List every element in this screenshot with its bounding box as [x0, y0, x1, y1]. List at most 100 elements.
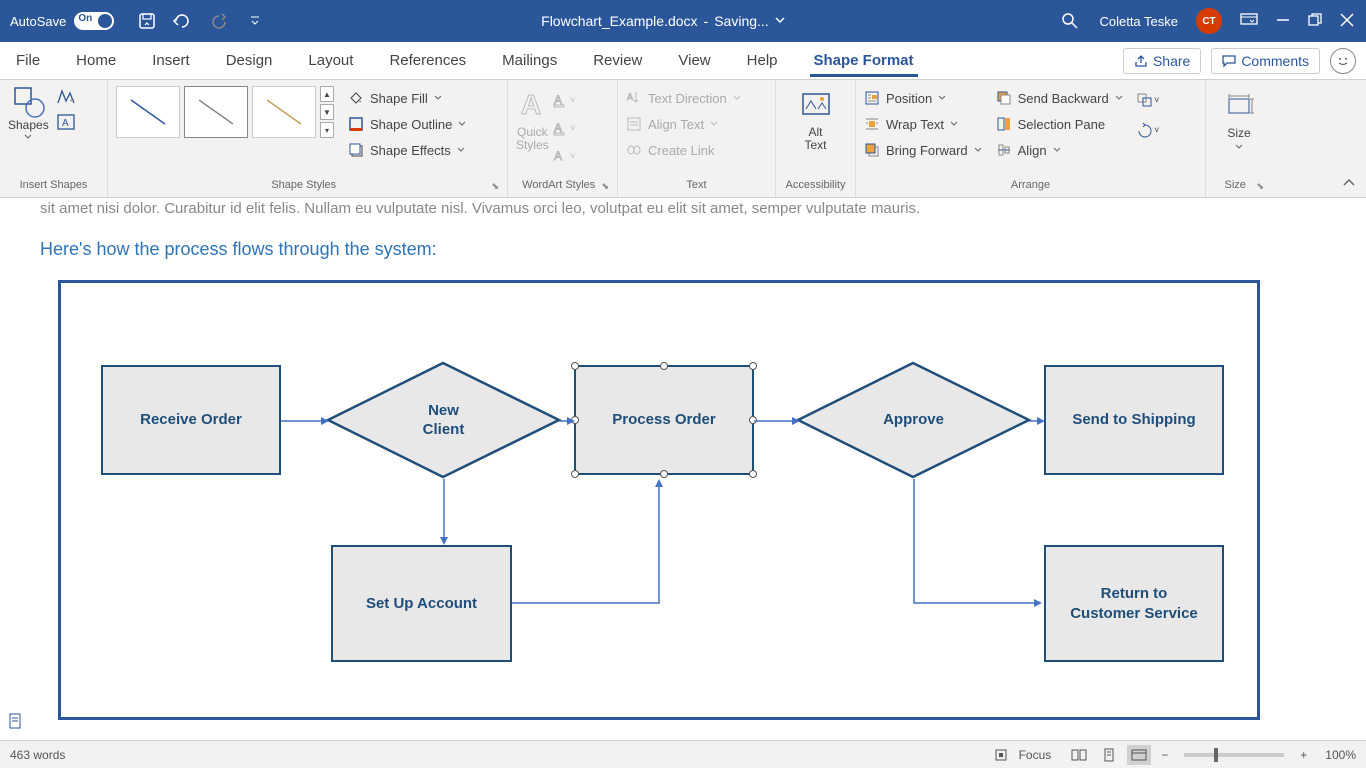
zoom-in-button[interactable]: +	[1296, 748, 1311, 762]
tab-shape-format[interactable]: Shape Format	[810, 44, 918, 77]
toggle-switch[interactable]: On	[74, 12, 114, 30]
connector-process-approve[interactable]	[754, 415, 802, 427]
align-icon	[996, 142, 1012, 158]
avatar[interactable]: CT	[1196, 8, 1222, 34]
feedback-icon[interactable]	[1330, 48, 1356, 74]
tab-references[interactable]: References	[385, 44, 470, 77]
save-icon[interactable]	[136, 10, 158, 32]
shape-process-order[interactable]: Process Order	[574, 365, 754, 475]
chevron-down-icon	[458, 121, 466, 127]
autosave-toggle[interactable]: AutoSave On	[0, 12, 124, 30]
wrap-text-button[interactable]: Wrap Text	[864, 116, 982, 132]
shape-new-client[interactable]: New Client	[326, 361, 561, 479]
align-button[interactable]: Align	[996, 142, 1123, 158]
tab-help[interactable]: Help	[743, 44, 782, 77]
shape-receive-order[interactable]: Receive Order	[101, 365, 281, 475]
size-button[interactable]: Size	[1217, 86, 1261, 154]
connector-setup-process[interactable]	[512, 475, 672, 605]
web-layout-icon[interactable]	[1127, 745, 1151, 765]
doc-heading[interactable]: Here's how the process flows through the…	[30, 219, 1336, 270]
shape-text: Process Order	[612, 410, 715, 430]
effects-icon	[348, 142, 364, 158]
qat-more-icon[interactable]	[244, 10, 266, 32]
maximize-icon[interactable]	[1308, 13, 1322, 30]
collapse-ribbon-icon[interactable]	[1342, 177, 1356, 191]
share-button[interactable]: Share	[1123, 48, 1201, 74]
zoom-thumb[interactable]	[1214, 748, 1218, 762]
svg-text:A: A	[554, 149, 562, 163]
shape-fill-button[interactable]: Shape Fill	[348, 90, 466, 106]
chevron-down-icon[interactable]	[775, 17, 785, 25]
size-icon	[1223, 90, 1255, 122]
minimize-icon[interactable]	[1276, 13, 1290, 30]
shape-text: Send to Shipping	[1072, 410, 1195, 430]
shape-outline-button[interactable]: Shape Outline	[348, 116, 466, 132]
send-backward-button[interactable]: Send Backward	[996, 90, 1123, 106]
shapes-button[interactable]: Shapes	[8, 86, 49, 140]
undo-icon[interactable]	[172, 10, 194, 32]
shape-approve[interactable]: Approve	[796, 361, 1031, 479]
print-layout-icon[interactable]	[1097, 745, 1121, 765]
tab-design[interactable]: Design	[222, 44, 277, 77]
zoom-slider[interactable]	[1184, 753, 1284, 757]
connector-receive-newclient[interactable]	[281, 415, 331, 427]
rotate-icon[interactable]: ˅	[1137, 120, 1159, 140]
redo-icon[interactable]	[208, 10, 230, 32]
focus-label[interactable]: Focus	[1019, 748, 1052, 762]
svg-text:A: A	[521, 89, 541, 120]
tab-view[interactable]: View	[674, 44, 714, 77]
tab-mailings[interactable]: Mailings	[498, 44, 561, 77]
ribbon-display-icon[interactable]	[1240, 13, 1258, 30]
drawing-canvas[interactable]: Receive Order New Client Process Order A…	[58, 280, 1260, 720]
dialog-launcher-icon[interactable]: ⬊	[491, 181, 499, 192]
gallery-up-icon[interactable]: ▲	[320, 86, 334, 102]
document-area[interactable]: sit amet nisi dolor. Curabitur id elit f…	[0, 198, 1366, 740]
tab-layout[interactable]: Layout	[304, 44, 357, 77]
gallery-down-icon[interactable]: ▼	[320, 104, 334, 120]
comments-button[interactable]: Comments	[1211, 48, 1320, 74]
alt-text-button[interactable]: Alt Text	[794, 86, 838, 156]
connector-approve-return[interactable]	[908, 479, 1048, 609]
ribbon-tabs: File Home Insert Design Layout Reference…	[0, 42, 1366, 80]
shape-shipping[interactable]: Send to Shipping	[1044, 365, 1224, 475]
connector-approve-shipping[interactable]	[1029, 415, 1049, 427]
close-icon[interactable]	[1340, 13, 1354, 30]
gallery-more-icon[interactable]: ▾	[320, 122, 334, 138]
tab-home[interactable]: Home	[72, 44, 120, 77]
text-box-icon[interactable]: A	[55, 112, 77, 132]
title-right: Coletta Teske CT	[1047, 8, 1366, 34]
shape-setup-account[interactable]: Set Up Account	[331, 545, 512, 662]
zoom-level[interactable]: 100%	[1325, 748, 1356, 762]
shape-return[interactable]: Return to Customer Service	[1044, 545, 1224, 662]
shape-effects-button[interactable]: Shape Effects	[348, 142, 466, 158]
style-preset-2[interactable]	[184, 86, 248, 138]
tab-review[interactable]: Review	[589, 44, 646, 77]
edit-shape-icon[interactable]	[55, 86, 77, 106]
search-icon[interactable]	[1059, 10, 1081, 32]
text-fill-icon: A˅	[553, 90, 575, 110]
group-label-insert-shapes: Insert Shapes	[8, 179, 99, 193]
tab-insert[interactable]: Insert	[148, 44, 194, 77]
comments-label: Comments	[1241, 53, 1309, 69]
dialog-launcher-icon[interactable]: ⬊	[601, 181, 609, 192]
group-label-wordart: WordArt Styles	[516, 179, 601, 193]
selection-pane-button[interactable]: Selection Pane	[996, 116, 1123, 132]
shape-style-gallery[interactable]: ▲ ▼ ▾	[116, 86, 334, 138]
shape-text: Approve	[883, 410, 944, 430]
tab-file[interactable]: File	[12, 44, 44, 77]
word-count[interactable]: 463 words	[10, 748, 65, 762]
connector-newclient-setup[interactable]	[438, 479, 450, 549]
style-preset-1[interactable]	[116, 86, 180, 138]
group-icon[interactable]: ˅	[1137, 90, 1159, 110]
dialog-launcher-icon[interactable]: ⬊	[1256, 181, 1264, 192]
style-preset-3[interactable]	[252, 86, 316, 138]
body-text[interactable]: sit amet nisi dolor. Curabitur id elit f…	[30, 198, 1336, 219]
bring-forward-button[interactable]: Bring Forward	[864, 142, 982, 158]
user-name[interactable]: Coletta Teske	[1099, 14, 1178, 29]
read-mode-icon[interactable]	[1067, 745, 1091, 765]
zoom-out-button[interactable]: −	[1157, 748, 1172, 762]
share-label: Share	[1153, 53, 1190, 69]
position-button[interactable]: Position	[864, 90, 982, 106]
focus-button[interactable]	[989, 745, 1013, 765]
connector-newclient-process[interactable]	[559, 415, 579, 427]
